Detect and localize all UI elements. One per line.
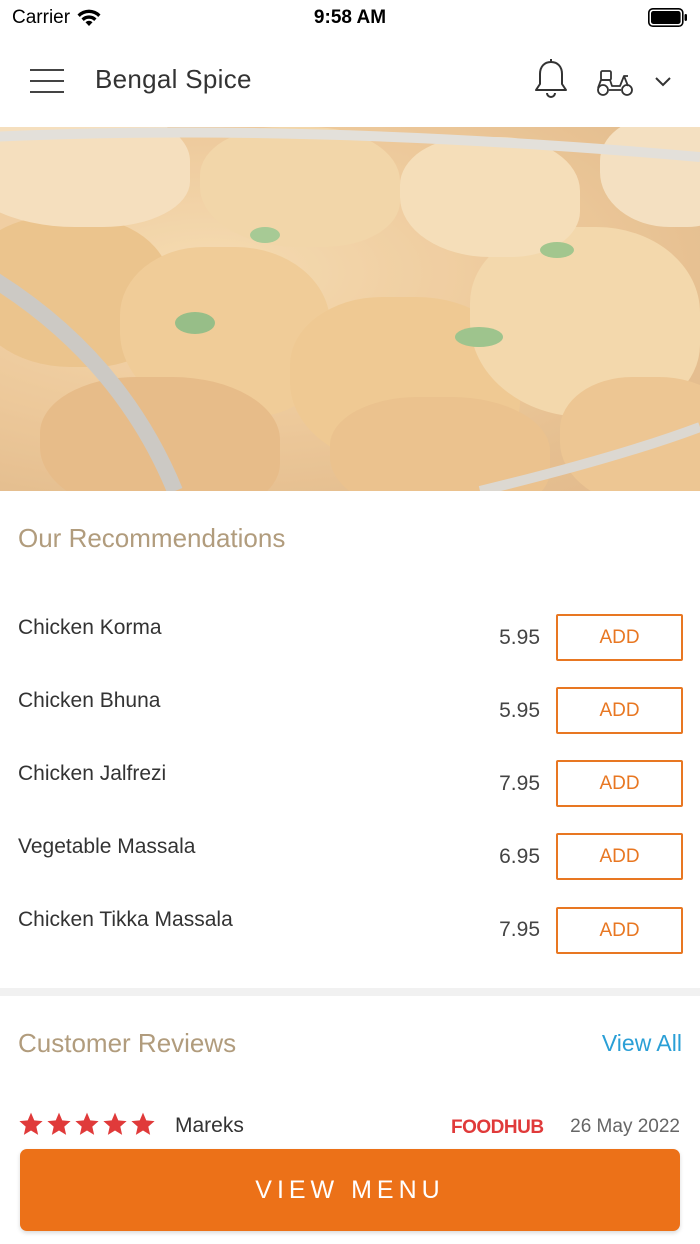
hero-food-image [0,127,700,491]
status-time: 9:58 AM [313,7,387,28]
dish-price: 5.95 [499,626,540,649]
svg-text:FOODHUB: FOODHUB [451,1117,544,1138]
add-button[interactable]: ADD [556,614,683,661]
hamburger-menu-icon[interactable] [30,68,64,94]
list-item: Chicken Jalfrezi 7.95 ADD [0,760,700,822]
app-header: Bengal Spice [0,36,700,127]
scooter-delivery-icon[interactable] [595,66,635,98]
star-rating [18,1111,156,1137]
dish-name: Chicken Korma [18,616,162,639]
review-date: 26 May 2022 [570,1116,680,1137]
restaurant-name: Bengal Spice [95,64,252,94]
view-menu-button[interactable]: VIEW MENU [20,1149,680,1231]
dish-name: Chicken Bhuna [18,689,161,712]
foodhub-logo: FOODHUB [451,1117,544,1138]
chevron-down-icon[interactable] [652,74,674,90]
list-item: Chicken Korma 5.95 ADD [0,614,700,676]
add-button[interactable]: ADD [556,760,683,807]
star-icon [103,1112,127,1135]
dish-price: 7.95 [499,772,540,795]
recommendations-title: Our Recommendations [18,523,286,553]
section-divider [0,988,700,996]
dish-price: 7.95 [499,918,540,941]
star-icon [75,1112,99,1135]
view-all-link[interactable]: View All [602,1030,682,1057]
battery-icon [648,8,687,27]
star-icon [19,1112,43,1135]
list-item: Vegetable Massala 6.95 ADD [0,833,700,895]
dish-price: 6.95 [499,845,540,868]
dish-name: Chicken Jalfrezi [18,762,167,785]
reviews-title: Customer Reviews [18,1028,237,1058]
dish-name: Chicken Tikka Massala [18,908,233,931]
bell-icon[interactable] [532,58,570,100]
list-item: Chicken Tikka Massala 7.95 ADD [0,907,700,968]
reviewer-name: Mareks [175,1114,244,1137]
add-button[interactable]: ADD [556,687,683,734]
add-button[interactable]: ADD [556,907,683,954]
star-icon [47,1112,71,1135]
list-item: Chicken Bhuna 5.95 ADD [0,687,700,749]
add-button[interactable]: ADD [556,833,683,880]
dish-price: 5.95 [499,699,540,722]
status-bar: Carrier 9:58 AM [0,0,700,36]
dish-name: Vegetable Massala [18,835,196,858]
star-icon [131,1112,155,1135]
